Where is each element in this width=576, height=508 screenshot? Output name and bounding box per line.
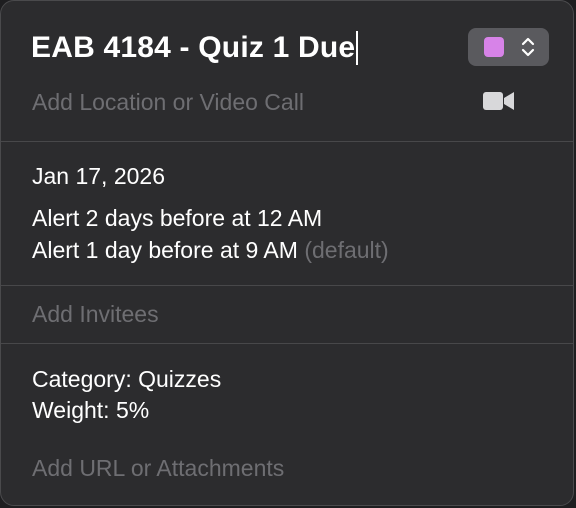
alert-text: Alert 2 days before at 12 AM: [32, 205, 323, 231]
notes-line[interactable]: Category: Quizzes: [32, 366, 221, 393]
event-date[interactable]: Jan 17, 2026: [32, 163, 165, 190]
text-cursor: [356, 31, 359, 65]
location-field[interactable]: Add Location or Video Call: [32, 89, 304, 116]
invitees-field[interactable]: Add Invitees: [32, 301, 159, 328]
divider: [1, 343, 573, 344]
divider: [1, 141, 573, 142]
alert-text: Alert 1 day before at 9 AM: [32, 237, 298, 263]
attachments-field[interactable]: Add URL or Attachments: [32, 455, 284, 482]
divider: [1, 285, 573, 286]
chevron-up-down-icon: [521, 37, 535, 57]
color-swatch: [484, 37, 504, 57]
alert-item[interactable]: Alert 2 days before at 12 AM: [32, 205, 322, 232]
event-title-field[interactable]: EAB 4184 - Quiz 1 Due: [31, 27, 359, 69]
calendar-color-picker[interactable]: [468, 28, 549, 66]
video-camera-icon[interactable]: [483, 90, 515, 112]
notes-line[interactable]: Weight: 5%: [32, 397, 149, 424]
event-popover: EAB 4184 - Quiz 1 Due Add Location or Vi…: [0, 0, 574, 506]
alert-item[interactable]: Alert 1 day before at 9 AM (default): [32, 237, 389, 264]
event-title[interactable]: EAB 4184 - Quiz 1 Due: [31, 31, 355, 65]
default-note: (default): [304, 237, 389, 263]
